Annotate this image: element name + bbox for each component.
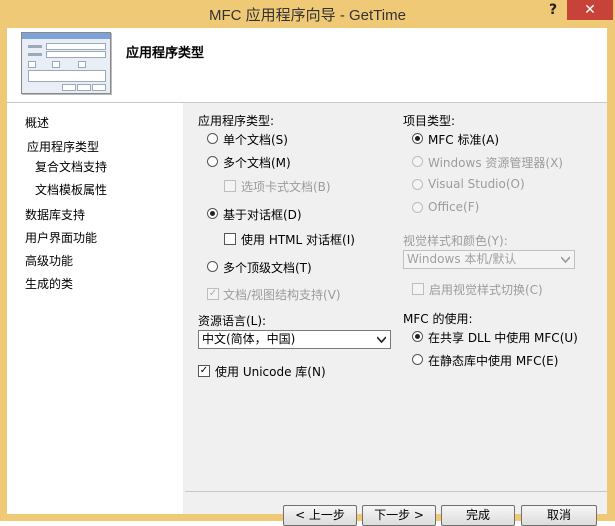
dialog-based-label[interactable]: 基于对话框(D) [223,206,302,223]
resource-language-select[interactable]: 中文(简体，中国) [198,330,391,349]
visual-studio-radio[interactable] [412,179,423,190]
unicode-label[interactable]: 使用 Unicode 库(N) [215,363,326,380]
cancel-button[interactable]: 取消 [521,505,597,526]
mfc-standard-radio[interactable] [412,133,423,144]
preview-panel [28,70,106,82]
multi-doc-radio[interactable] [207,156,218,167]
page-title: 应用程序类型 [126,46,205,61]
windows-explorer-radio[interactable] [412,156,423,167]
visual-style-label: 视觉样式和颜色(Y): [403,234,508,248]
wizard-client: 应用程序类型 概述 应用程序类型 复合文档支持 文档模板属性 数据库支持 用户界… [7,28,607,526]
wizard-window: MFC 应用程序向导 - GetTime ? ✕ 应用程序类型 概述 应用程序类… [0,0,615,526]
finish-button[interactable]: 完成 [441,505,515,526]
single-doc-label[interactable]: 单个文档(S) [223,131,288,148]
use-html-dialog-label[interactable]: 使用 HTML 对话框(I) [241,231,355,248]
preview-button [62,84,76,91]
mfc-standard-label[interactable]: MFC 标准(A) [428,131,499,148]
preview-box [46,43,106,50]
next-button[interactable]: 下一步 > [362,505,436,526]
sidebar-item-advanced[interactable]: 高级功能 [25,252,73,269]
preview-line [28,45,42,48]
office-radio[interactable] [412,202,423,213]
resource-language-label: 资源语言(L): [198,314,267,328]
wizard-header: 应用程序类型 [7,28,607,103]
visual-style-value: Windows 本机/默认 [407,252,517,266]
preview-check [28,61,36,68]
tabbed-docs-label: 选项卡式文档(B) [241,180,331,194]
shared-dll-label[interactable]: 在共享 DLL 中使用 MFC(U) [428,329,578,346]
doc-view-support-checkbox[interactable]: ✓ [207,288,219,300]
preview-check [78,61,86,68]
use-html-dialog-checkbox[interactable] [224,233,236,245]
help-button[interactable]: ? [545,2,561,22]
sidebar-item-database[interactable]: 数据库支持 [25,206,85,223]
button-separator [185,491,607,492]
office-label: Office(F) [428,200,480,214]
multi-doc-label[interactable]: 多个文档(M) [223,154,291,171]
mfc-usage-label: MFC 的使用: [403,312,473,326]
sidebar-item-doc-template[interactable]: 文档模板属性 [35,181,107,198]
close-button[interactable]: ✕ [567,0,613,20]
title-bar[interactable]: MFC 应用程序向导 - GetTime ? ✕ [0,0,615,28]
visual-style-select[interactable]: Windows 本机/默认 [403,250,575,269]
wizard-preview-image [21,32,111,94]
single-doc-radio[interactable] [207,133,218,144]
window-title: MFC 应用程序向导 - GetTime [209,7,406,24]
prev-button[interactable]: < 上一步 [283,505,357,526]
preview-button [77,84,91,91]
sidebar-item-overview[interactable]: 概述 [25,114,49,131]
project-type-label: 项目类型: [403,114,456,128]
doc-view-support-label: 文档/视图结构支持(V) [223,288,341,302]
preview-box [46,51,106,58]
static-lib-radio[interactable] [412,354,423,365]
tabbed-docs-checkbox[interactable] [224,180,236,192]
preview-titlebar [22,33,110,39]
sidebar-item-generated-classes[interactable]: 生成的类 [25,275,73,292]
static-lib-label[interactable]: 在静态库中使用 MFC(E) [428,352,558,369]
preview-line [28,53,42,56]
resource-language-value: 中文(简体，中国) [202,332,296,346]
preview-check [52,61,60,68]
wizard-content: 应用程序类型: 单个文档(S) 多个文档(M) 选项卡式文档(B) 基于对话框(… [185,103,607,526]
wizard-sidebar: 概述 应用程序类型 复合文档支持 文档模板属性 数据库支持 用户界面功能 高级功… [7,103,183,514]
visual-studio-label: Visual Studio(O) [428,177,525,191]
multi-top-level-radio[interactable] [207,261,218,272]
chevron-down-icon [377,336,386,344]
dialog-based-radio[interactable] [207,208,218,219]
multi-top-level-label[interactable]: 多个顶级文档(T) [223,259,312,276]
sidebar-item-compound-doc[interactable]: 复合文档支持 [35,158,107,175]
visual-style-switch-label: 启用视觉样式切换(C) [429,283,543,297]
unicode-checkbox[interactable]: ✓ [198,365,210,377]
windows-explorer-label: Windows 资源管理器(X) [428,156,563,170]
visual-style-switch-checkbox[interactable] [412,283,424,295]
sidebar-item-application-type[interactable]: 应用程序类型 [27,138,99,155]
app-type-label: 应用程序类型: [198,114,275,128]
sidebar-item-ui-features[interactable]: 用户界面功能 [25,229,97,246]
shared-dll-radio[interactable] [412,331,423,342]
preview-button [92,84,106,91]
chevron-down-icon [561,256,570,264]
